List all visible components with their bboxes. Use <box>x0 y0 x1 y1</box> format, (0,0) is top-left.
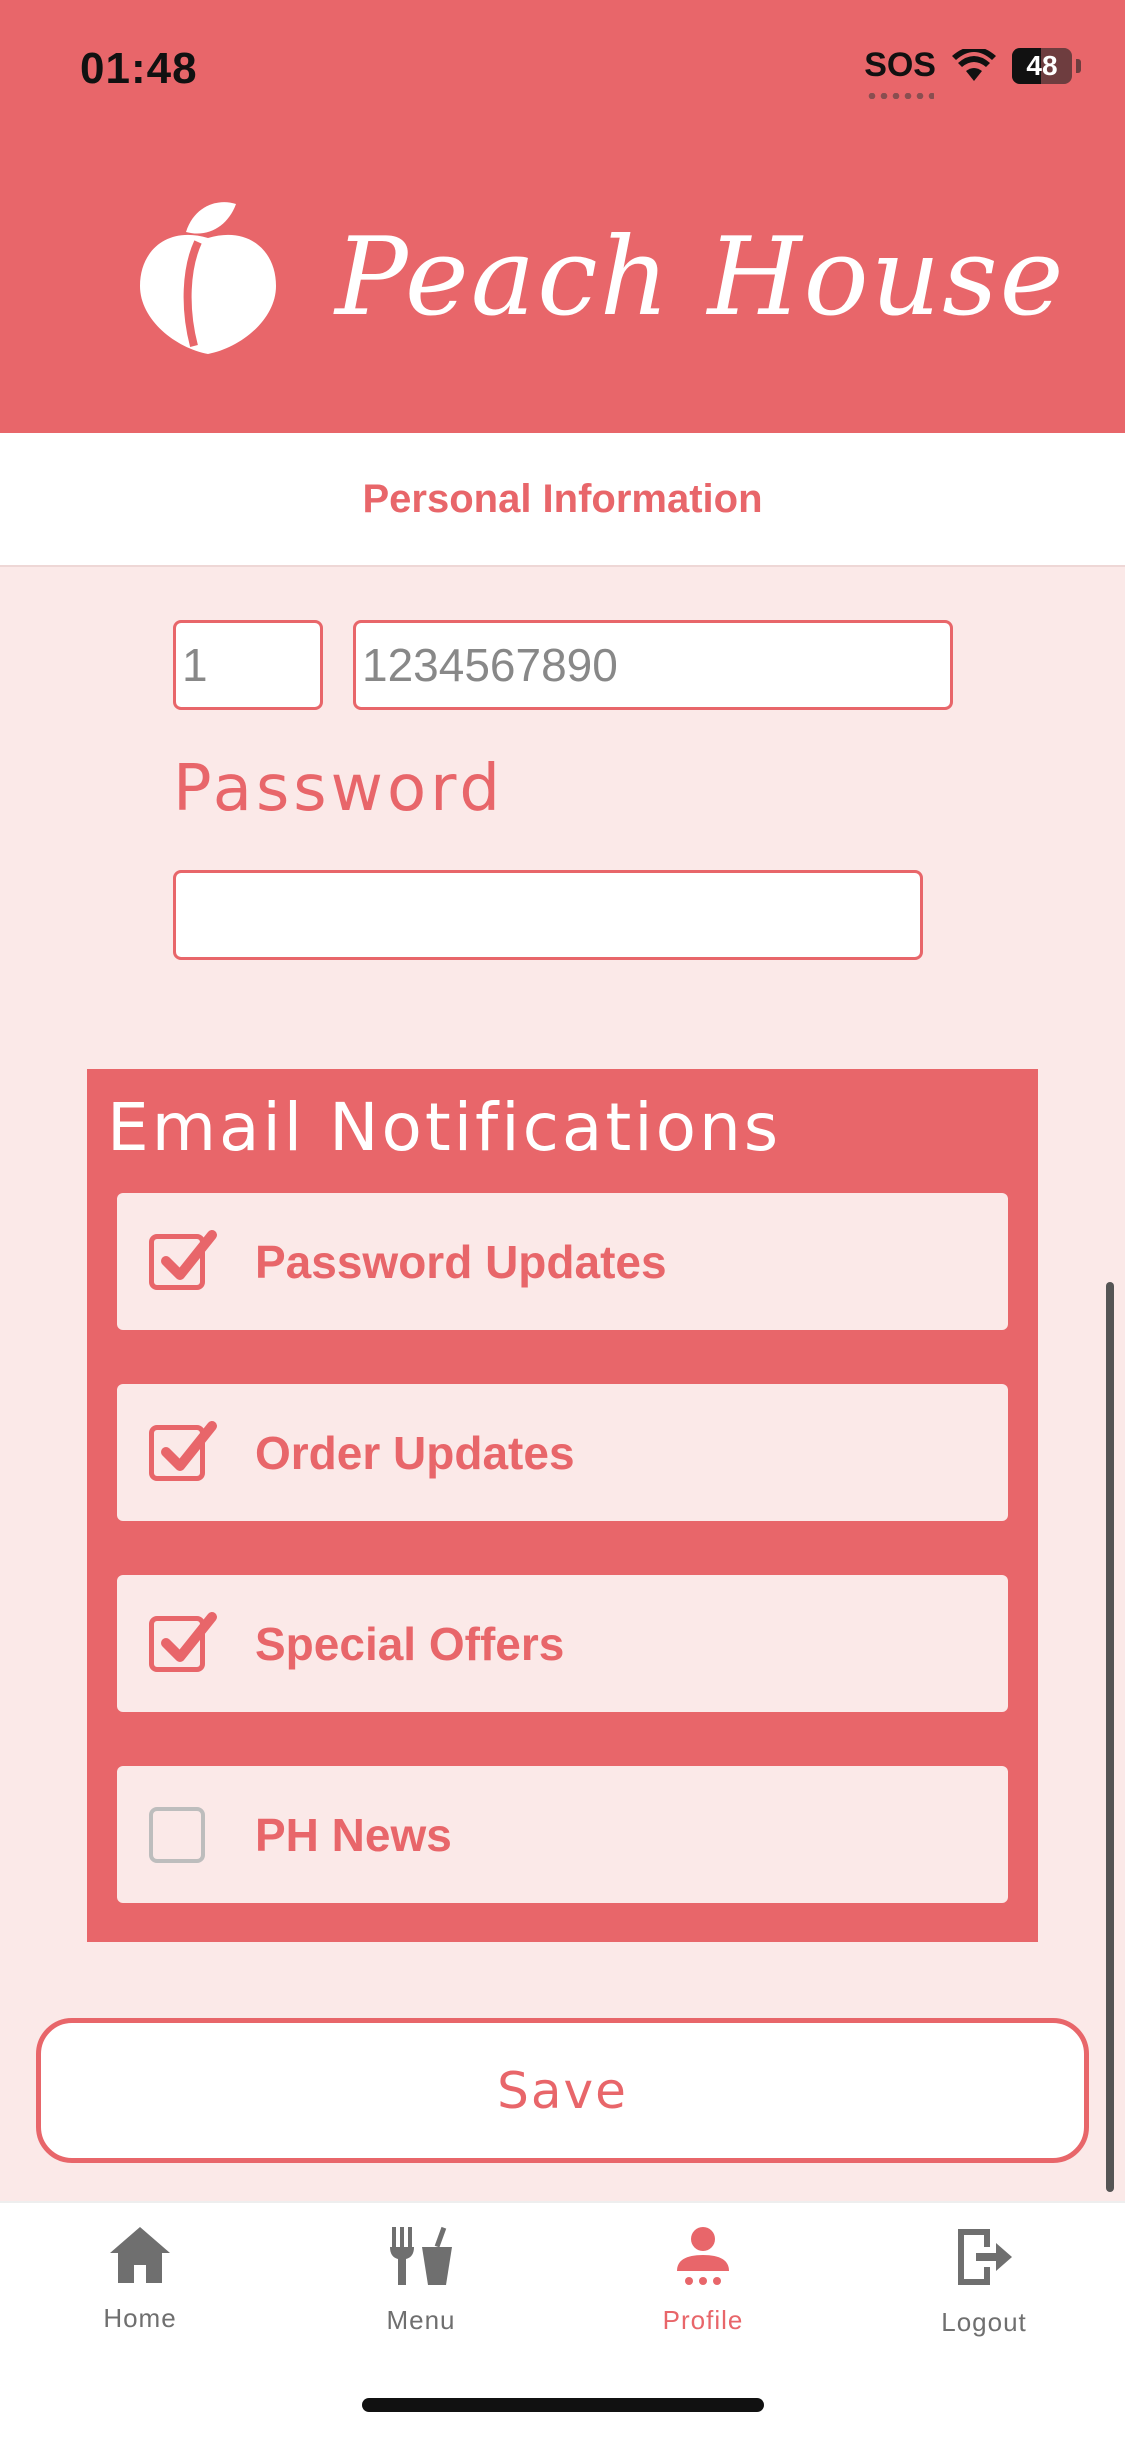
battery-cap <box>1076 58 1081 73</box>
tab-home[interactable]: Home <box>40 2225 240 2334</box>
tab-menu[interactable]: Menu <box>321 2225 521 2336</box>
checkbox-checked-icon[interactable] <box>149 1611 217 1672</box>
notification-label: Special Offers <box>255 1617 565 1670</box>
password-input[interactable] <box>173 870 923 960</box>
tab-label: Menu <box>386 2305 456 2335</box>
checkbox-checked-icon[interactable] <box>149 1420 217 1481</box>
notification-label: Order Updates <box>255 1426 575 1479</box>
tab-logout[interactable]: Logout <box>884 2225 1084 2338</box>
user-icon <box>677 2227 729 2285</box>
sos-indicator: SOS <box>864 46 936 99</box>
home-icon <box>110 2227 170 2283</box>
section-header: Personal Information <box>0 433 1125 567</box>
checkbox-unchecked-icon[interactable] <box>149 1806 205 1863</box>
logout-icon <box>958 2229 1012 2285</box>
scrollbar[interactable] <box>1106 1282 1114 2192</box>
utensils-icon <box>390 2226 452 2285</box>
notification-item-ph-news[interactable]: PH News <box>117 1766 1008 1903</box>
email-notifications-panel: Email Notifications Password Updates Ord… <box>87 1069 1038 1942</box>
checkbox-checked-icon[interactable] <box>149 1229 217 1290</box>
tab-label: Logout <box>941 2307 1027 2337</box>
country-code-input[interactable]: 1 <box>173 620 323 710</box>
home-indicator <box>362 2398 764 2412</box>
notification-item-special-offers[interactable]: Special Offers <box>117 1575 1008 1712</box>
signal-dots-icon <box>866 93 934 99</box>
section-title[interactable]: Personal Information <box>362 477 762 522</box>
brand-title: Peach House <box>335 215 1066 340</box>
notification-item-order-updates[interactable]: Order Updates <box>117 1384 1008 1521</box>
battery-icon: 48 <box>1012 47 1072 84</box>
notification-label: Password Updates <box>255 1235 667 1288</box>
app-header: 01:48 SOS 48 Peach House <box>0 0 1125 433</box>
phone-input[interactable]: 1234567890 <box>353 620 953 710</box>
save-button[interactable]: Save <box>36 2018 1089 2163</box>
tab-profile[interactable]: Profile <box>603 2225 803 2336</box>
peach-logo-icon <box>140 202 276 354</box>
battery-level: 48 <box>1026 49 1058 81</box>
tab-label: Home <box>103 2303 177 2333</box>
password-label: Password <box>173 752 504 826</box>
sos-label: SOS <box>864 46 936 84</box>
notification-label: PH News <box>255 1808 452 1861</box>
wifi-icon <box>952 48 996 81</box>
status-icons: SOS 48 <box>864 46 1081 99</box>
tab-label: Profile <box>662 2305 744 2335</box>
status-time: 01:48 <box>80 44 198 93</box>
notifications-title: Email Notifications <box>107 1089 782 1166</box>
notification-item-password-updates[interactable]: Password Updates <box>117 1193 1008 1330</box>
